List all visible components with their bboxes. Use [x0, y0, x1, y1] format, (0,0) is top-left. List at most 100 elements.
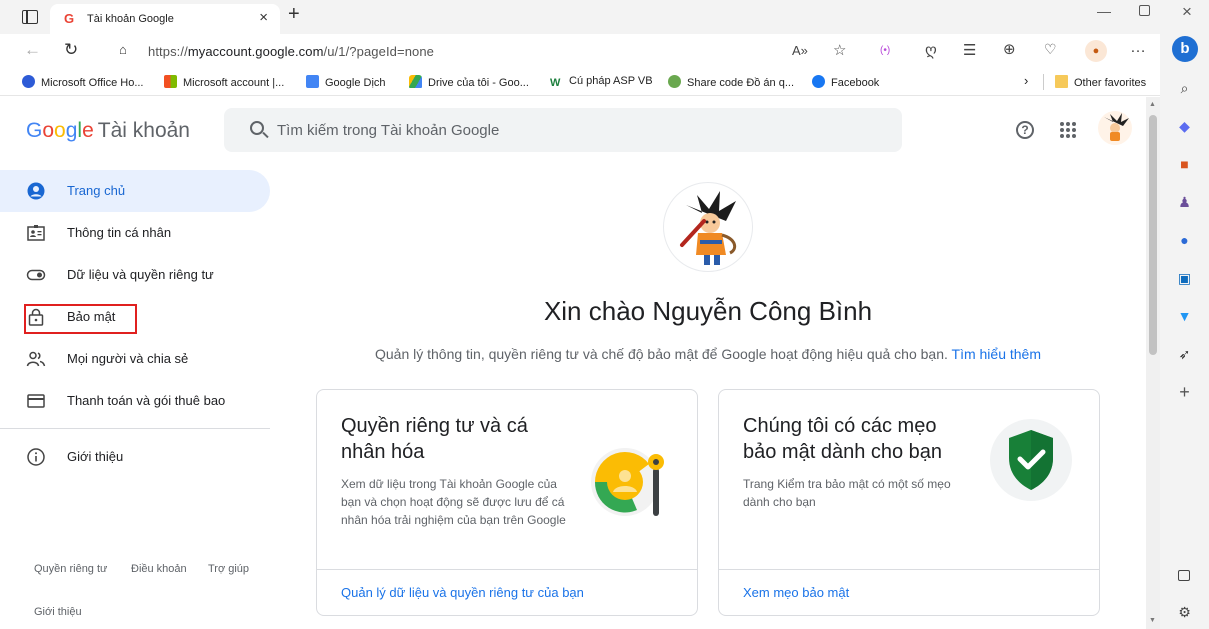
minimize-icon[interactable]: —	[1097, 3, 1111, 19]
url-field[interactable]: https://myaccount.google.com/u/1/?pageId…	[148, 44, 434, 59]
shopping-tag-icon[interactable]: ◆	[1176, 118, 1193, 135]
greeting-heading: Xin chào Nguyễn Công Bình	[543, 296, 873, 326]
nav-item-payments[interactable]: Thanh toán và gói thuê bao	[0, 380, 272, 422]
google-favicon-icon: G	[64, 11, 75, 26]
nav-item-personal-info[interactable]: Thông tin cá nhân	[0, 212, 272, 254]
account-avatar[interactable]	[1098, 111, 1132, 145]
close-tab-icon[interactable]: ×	[259, 9, 268, 26]
split-view-icon[interactable]	[1178, 570, 1190, 581]
scroll-down-icon[interactable]: ▼	[1149, 617, 1156, 624]
learn-more-link[interactable]: Tìm hiểu thêm	[952, 346, 1041, 362]
bing-copilot-icon[interactable]: b	[1172, 36, 1198, 62]
profile-avatar-icon[interactable]: ●	[1085, 40, 1107, 62]
send-icon[interactable]: ➶	[1176, 346, 1193, 363]
card-title: Chúng tôi có các mẹo bảo mật dành cho bạ…	[743, 415, 943, 463]
more-options-icon[interactable]: …	[1130, 39, 1146, 57]
more-favorites-chevron-icon[interactable]: ›	[1024, 73, 1028, 88]
manage-privacy-link[interactable]: Quản lý dữ liệu và quyền riêng tư của bạ…	[341, 585, 584, 600]
site-info-icon[interactable]: ⌂	[119, 42, 127, 57]
facebook-icon	[812, 75, 825, 88]
nav-item-about[interactable]: Giới thiệu	[0, 436, 272, 478]
nav-item-data-privacy[interactable]: Dữ liệu và quyền riêng tư	[0, 254, 272, 296]
collections-icon[interactable]: ⊕	[1003, 40, 1016, 58]
shield-check-icon	[990, 419, 1072, 501]
people-icon	[26, 351, 46, 367]
page-scrollbar[interactable]: ▲ ▼	[1146, 97, 1160, 629]
designer-icon[interactable]: ▼	[1176, 308, 1193, 325]
restore-icon[interactable]	[1139, 5, 1150, 16]
title-bar: G Tài khoản Google × + — ×	[0, 0, 1209, 34]
favorites-list-icon[interactable]: ☰	[963, 41, 976, 59]
tools-briefcase-icon[interactable]: ■	[1176, 156, 1193, 173]
credit-card-icon	[27, 394, 45, 408]
google-apps-icon[interactable]	[1060, 122, 1076, 138]
footer-terms-link[interactable]: Điều khoản	[131, 563, 187, 575]
favorite-item[interactable]: Share code Đồ án q...	[668, 75, 794, 89]
other-favorites[interactable]: Other favorites	[1055, 75, 1146, 89]
sync-extension-icon[interactable]: ღ	[925, 41, 937, 59]
new-tab-button[interactable]: +	[288, 3, 300, 26]
edge-sidebar: b ⌕ ◆ ■ ♟ ● ▣ ▼ ➶ + ⚙	[1160, 34, 1209, 629]
favorite-item[interactable]: Microsoft Office Ho...	[22, 75, 144, 89]
back-icon[interactable]: ←	[24, 40, 41, 60]
scroll-thumb[interactable]	[1149, 115, 1157, 355]
security-highlight-box	[24, 304, 137, 334]
divider	[1043, 74, 1044, 90]
office-sidebar-icon[interactable]: ●	[1176, 232, 1193, 249]
nav-divider	[0, 428, 270, 429]
close-window-icon[interactable]: ×	[1182, 2, 1192, 22]
favorite-star-icon[interactable]: ☆	[833, 41, 846, 59]
nav-label: Thông tin cá nhân	[67, 225, 172, 240]
privacy-illustration-icon	[591, 448, 664, 516]
info-icon	[27, 448, 45, 466]
card-footer: Quản lý dữ liệu và quyền riêng tư của bạ…	[317, 569, 697, 615]
favorite-item[interactable]: Facebook	[812, 75, 879, 89]
search-icon[interactable]	[250, 121, 264, 135]
favorites-bar: Microsoft Office Ho... Microsoft account…	[0, 68, 1160, 96]
outlook-icon[interactable]: ▣	[1176, 270, 1193, 287]
profile-avatar[interactable]	[663, 182, 753, 272]
favorite-item[interactable]: Microsoft account |...	[164, 75, 284, 89]
office-icon	[22, 75, 35, 88]
drive-icon	[409, 75, 422, 88]
footer-about-link[interactable]: Giới thiệu	[34, 606, 82, 618]
browser-essentials-icon[interactable]: ♡	[1044, 41, 1057, 58]
add-sidebar-app-icon[interactable]: +	[1176, 383, 1193, 401]
favorite-item[interactable]: Google Dịch	[306, 75, 386, 89]
nav-label: Dữ liệu và quyền riêng tư	[67, 267, 214, 282]
greeting-subtitle: Quản lý thông tin, quyền riêng tư và chế…	[374, 346, 1042, 362]
footer-privacy-link[interactable]: Quyền riêng tư	[34, 563, 107, 575]
address-bar: ← ↻ ⌂ https://myaccount.google.com/u/1/?…	[0, 34, 1160, 68]
security-tips-card[interactable]: Chúng tôi có các mẹo bảo mật dành cho bạ…	[718, 389, 1100, 616]
browser-tab[interactable]: G Tài khoản Google ×	[50, 4, 280, 34]
games-icon[interactable]: ♟	[1176, 194, 1193, 211]
view-security-tips-link[interactable]: Xem mẹo bảo mật	[743, 585, 849, 600]
sidebar-settings-gear-icon[interactable]: ⚙	[1176, 604, 1193, 621]
w3-icon: W	[550, 77, 561, 89]
nav-item-people-sharing[interactable]: Mọi người và chia sẻ	[0, 338, 272, 380]
scroll-up-icon[interactable]: ▲	[1149, 101, 1156, 108]
favorite-item[interactable]: W Cú pháp ASP VB	[550, 75, 653, 90]
page-content: Google Tài khoản Tìm kiếm trong Tài khoản…	[0, 97, 1146, 629]
share-code-icon	[668, 75, 681, 88]
tab-actions-icon[interactable]	[22, 10, 38, 24]
folder-icon	[1055, 75, 1068, 88]
microsoft-icon	[164, 75, 177, 88]
search-sidebar-icon[interactable]: ⌕	[1176, 80, 1193, 97]
read-aloud-icon[interactable]: A»	[792, 43, 808, 58]
nav-label: Giới thiệu	[67, 449, 124, 464]
home-icon	[27, 182, 45, 200]
privacy-card[interactable]: Quyền riêng tư và cá nhân hóa Xem dữ liệ…	[316, 389, 698, 616]
card-description: Trang Kiểm tra bảo mật có một số mẹo dàn…	[743, 477, 951, 509]
extension-icon[interactable]: (•)	[880, 45, 890, 56]
google-account-logo[interactable]: Google Tài khoản	[26, 119, 190, 143]
account-search-box[interactable]: Tìm kiếm trong Tài khoản Google	[224, 108, 902, 152]
search-placeholder: Tìm kiếm trong Tài khoản Google	[277, 122, 500, 139]
translate-icon	[306, 75, 319, 88]
favorite-item[interactable]: Drive của tôi - Goo...	[409, 75, 529, 89]
footer-help-link[interactable]: Trợ giúp	[208, 563, 249, 575]
refresh-icon[interactable]: ↻	[64, 40, 78, 60]
help-icon[interactable]: ?	[1016, 121, 1034, 139]
card-description: Xem dữ liệu trong Tài khoản Google của b…	[341, 477, 566, 527]
nav-item-home[interactable]: Trang chủ	[0, 170, 270, 212]
